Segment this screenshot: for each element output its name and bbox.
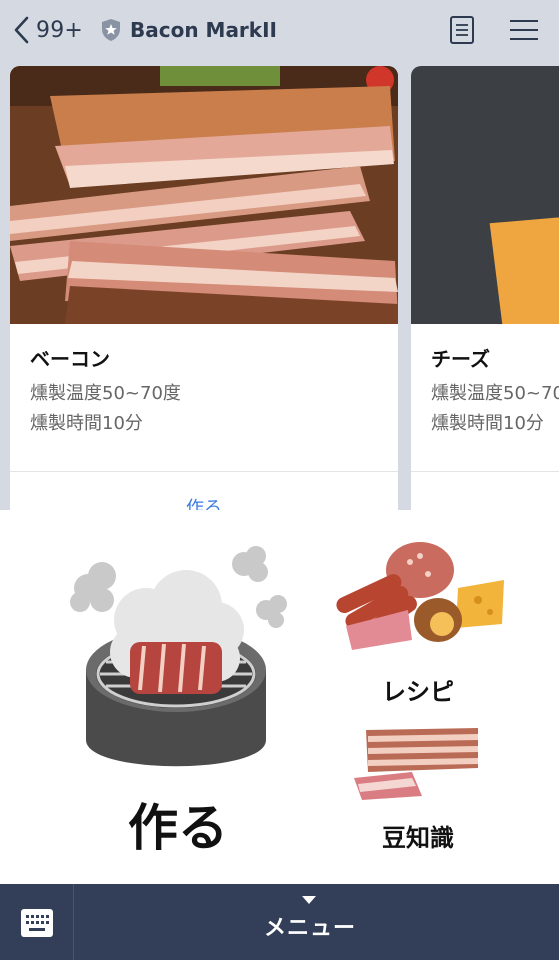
- rich-menu-recipe[interactable]: レシピ: [322, 510, 559, 710]
- hamburger-menu-icon[interactable]: [508, 14, 540, 46]
- bacon-block-illustration: [354, 728, 478, 800]
- card-divider: [411, 471, 559, 472]
- smoked-foods-illustration: [336, 542, 504, 650]
- account-name: Bacon MarkII: [130, 18, 277, 42]
- chat-title: Bacon MarkII: [100, 14, 277, 46]
- caret-down-icon: [302, 896, 316, 904]
- rich-menu: 作る レシピ 豆知識: [0, 510, 559, 884]
- card-duration: 燻製時間10分: [431, 413, 544, 434]
- card-carousel[interactable]: ベーコン 燻製温度50~70度 燻製時間10分 作る チーズ 燻製温度50~70…: [0, 66, 559, 510]
- card-divider: [10, 471, 398, 472]
- bacon-photo: [10, 66, 398, 324]
- recipe-label: レシピ: [382, 678, 454, 706]
- menu-label: メニュー: [263, 916, 356, 941]
- unread-count: 99+: [36, 17, 84, 43]
- cheese-photo: [411, 66, 559, 324]
- card-duration: 燻製時間10分: [30, 413, 143, 434]
- chat-header: 99+ Bacon MarkII: [0, 0, 559, 60]
- rich-menu-toggle[interactable]: メニュー: [75, 884, 559, 960]
- card-title: ベーコン: [30, 347, 110, 371]
- note-icon[interactable]: [446, 14, 478, 46]
- back-button[interactable]: 99+: [12, 10, 83, 50]
- bottom-bar: メニュー: [0, 884, 559, 960]
- official-account-shield-icon: [102, 19, 120, 41]
- keyboard-button[interactable]: [0, 884, 74, 960]
- card-bacon[interactable]: ベーコン 燻製温度50~70度 燻製時間10分 作る: [10, 66, 398, 510]
- keyboard-icon: [21, 909, 53, 937]
- card-temperature: 燻製温度50~70度: [30, 383, 181, 404]
- rich-menu-make[interactable]: 作る: [0, 510, 322, 884]
- card-title: チーズ: [431, 347, 490, 371]
- make-label: 作る: [128, 799, 228, 857]
- trivia-label: 豆知識: [382, 824, 454, 852]
- card-temperature: 燻製温度50~70度: [431, 383, 559, 404]
- rich-menu-trivia[interactable]: 豆知識: [322, 710, 559, 884]
- smoker-illustration: [70, 546, 287, 767]
- card-cheese[interactable]: チーズ 燻製温度50~70度 燻製時間10分: [411, 66, 559, 510]
- card-make-button[interactable]: 作る: [10, 494, 398, 510]
- chevron-left-icon: [14, 16, 29, 44]
